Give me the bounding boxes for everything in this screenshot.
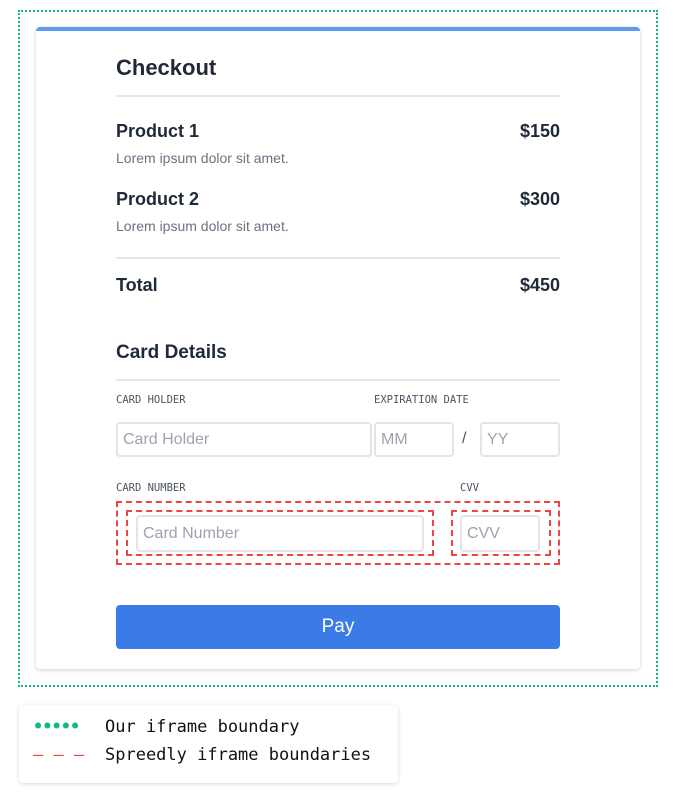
cvv-input[interactable]: CVV [460, 515, 540, 552]
product-price: $150 [519, 121, 560, 141]
product-price: $300 [519, 189, 560, 209]
divider [116, 379, 560, 381]
legend-label: Our iframe boundary [105, 717, 300, 737]
expiration-label: EXPIRATION DATE [374, 394, 469, 406]
section-title: Card Details [116, 342, 227, 363]
expiration-month-input[interactable]: MM [374, 422, 454, 457]
legend: ••••• Our iframe boundary – – – Spreedly… [19, 705, 398, 783]
legend-item: ••••• Our iframe boundary [33, 717, 299, 737]
total-label: Total [116, 275, 158, 295]
page-title: Checkout [116, 55, 217, 80]
product-name: Product 2 [116, 189, 200, 209]
divider [116, 257, 560, 259]
cvv-label: CVV [460, 482, 479, 494]
total-value: $450 [519, 275, 560, 295]
card-number-input[interactable]: Card Number [136, 515, 424, 552]
legend-label: Spreedly iframe boundaries [105, 745, 372, 765]
product-name: Product 1 [116, 121, 200, 141]
card-holder-input[interactable]: Card Holder [116, 422, 372, 457]
card-number-label: CARD NUMBER [116, 482, 186, 494]
dotted-line-icon: ••••• [33, 717, 80, 737]
product-description: Lorem ipsum dolor sit amet. [116, 150, 289, 166]
date-separator: / [462, 430, 467, 447]
pay-button[interactable]: Pay [116, 605, 560, 649]
legend-item: – – – Spreedly iframe boundaries [33, 745, 371, 765]
dashed-line-icon: – – – [33, 745, 85, 765]
card-holder-label: CARD HOLDER [116, 394, 186, 406]
expiration-year-input[interactable]: YY [480, 422, 560, 457]
divider [116, 95, 560, 97]
product-description: Lorem ipsum dolor sit amet. [116, 218, 289, 234]
